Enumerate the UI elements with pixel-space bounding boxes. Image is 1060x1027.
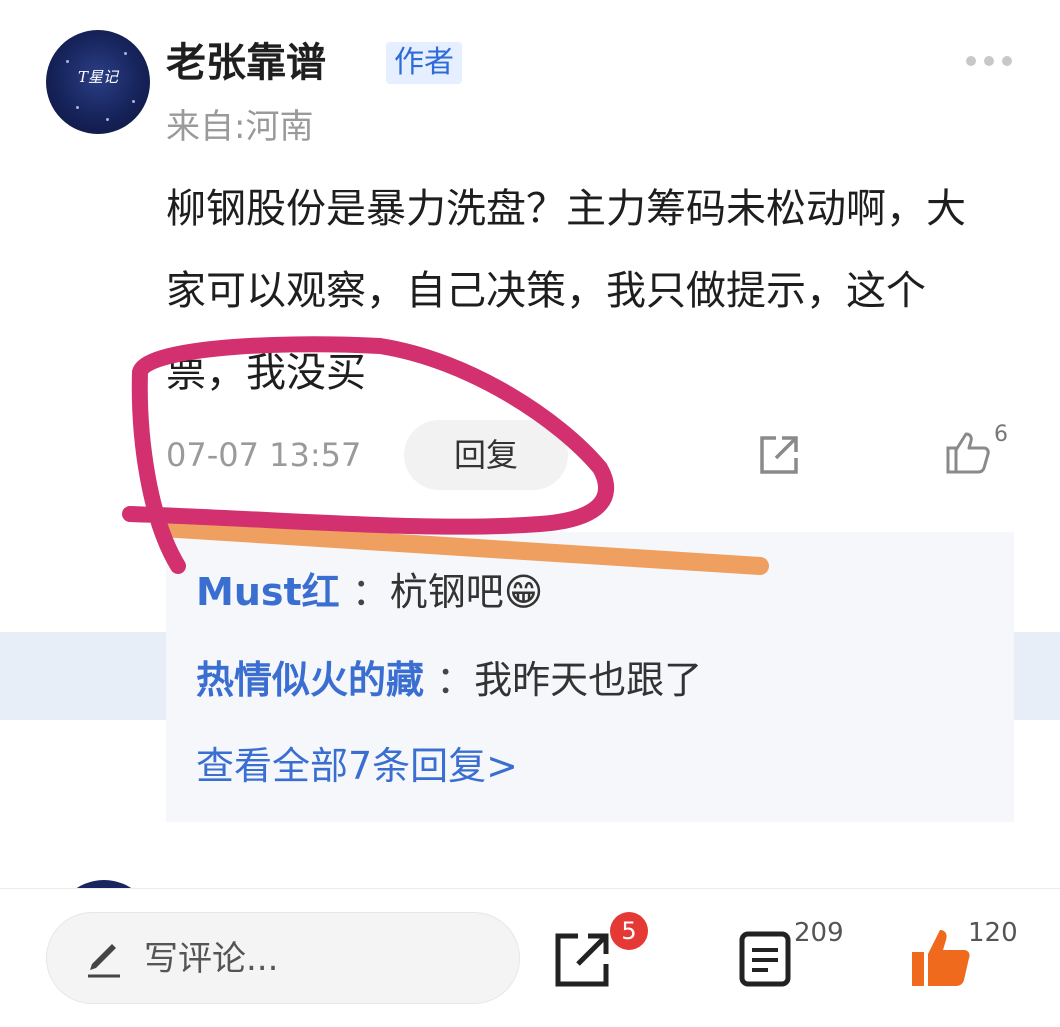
reply-item[interactable]: 热情似火的藏 ：我昨天也跟了: [196, 654, 702, 706]
more-icon[interactable]: [966, 52, 1012, 68]
avatar[interactable]: T星记: [46, 30, 150, 134]
avatar-star: [106, 118, 109, 121]
reply-author[interactable]: Must红: [196, 570, 340, 614]
reply-author[interactable]: 热情似火的藏: [196, 658, 424, 702]
username[interactable]: 老张靠谱: [166, 36, 326, 90]
reply-text: 我昨天也跟了: [474, 658, 703, 702]
reply-button[interactable]: 回复: [404, 420, 568, 490]
hand-drawn-annotation: [122, 336, 769, 575]
avatar-star: [132, 100, 135, 103]
comment-placeholder[interactable]: 写评论...: [144, 936, 278, 982]
thumbs-up-icon[interactable]: [944, 428, 992, 476]
pencil-icon: [88, 944, 120, 978]
reply-separator: ：: [424, 658, 475, 702]
avatar-star: [76, 106, 79, 109]
avatar-star: [66, 60, 69, 63]
thumbs-up-filled-icon[interactable]: [910, 926, 972, 988]
reply-separator: ：: [339, 570, 390, 614]
location-text: 来自:河南: [166, 107, 314, 147]
share-count-badge: 5: [610, 912, 648, 950]
avatar-star: [124, 52, 127, 55]
bottom-like-count: 120: [968, 918, 1018, 948]
share-icon[interactable]: [552, 930, 612, 990]
post-content: 柳钢股份是暴力洗盘？主力筹码未松动啊，大家可以观察，自己决策，我只做提示，这个票…: [166, 186, 966, 396]
avatar-text: T星记: [77, 68, 118, 86]
view-all-replies-link[interactable]: 查看全部7条回复>: [196, 740, 518, 792]
author-badge: 作者: [386, 42, 462, 84]
comment-count: 209: [794, 918, 844, 948]
share-icon[interactable]: [756, 432, 802, 478]
like-count: 6: [994, 422, 1008, 447]
comments-list-icon[interactable]: [738, 930, 792, 988]
reply-text: 杭钢吧😁: [389, 570, 544, 614]
reply-item[interactable]: Must红 ：杭钢吧😁: [196, 566, 543, 618]
post-timestamp: 07-07 13:57: [166, 436, 362, 474]
